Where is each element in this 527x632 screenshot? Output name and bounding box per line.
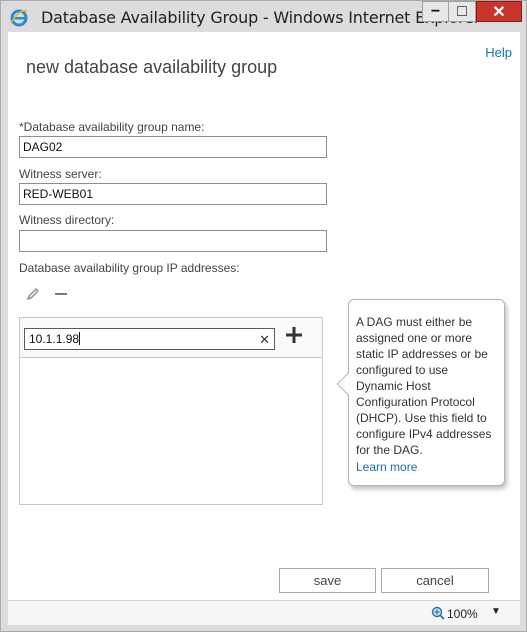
zoom-icon[interactable] xyxy=(431,606,445,620)
status-bar: 100% ▼ xyxy=(8,600,520,625)
callout-text: A DAG must either be assigned one or mor… xyxy=(356,315,492,457)
page-content: Help new database availability group *Da… xyxy=(8,32,520,600)
witness-directory-label: Witness directory: xyxy=(19,213,115,227)
info-callout: A DAG must either be assigned one or mor… xyxy=(336,299,505,486)
close-icon: ✕ xyxy=(492,3,506,21)
clear-icon[interactable]: ✕ xyxy=(259,332,270,348)
browser-window: Database Availability Group - Windows In… xyxy=(0,0,527,632)
page-title: new database availability group xyxy=(26,57,278,77)
plus-icon[interactable] xyxy=(283,324,305,346)
witness-server-input[interactable] xyxy=(19,183,327,205)
pencil-icon[interactable] xyxy=(25,286,41,302)
chevron-down-icon[interactable]: ▼ xyxy=(491,606,501,617)
save-button[interactable]: save xyxy=(279,568,376,593)
ip-entry-row: 10.1.1.98 ✕ xyxy=(20,318,322,358)
ie-icon xyxy=(10,9,28,27)
witness-directory-input[interactable] xyxy=(19,230,327,252)
witness-server-label: Witness server: xyxy=(19,167,102,181)
ip-address-input[interactable]: 10.1.1.98 ✕ xyxy=(24,328,275,350)
minus-icon[interactable] xyxy=(53,286,69,302)
ip-address-list: 10.1.1.98 ✕ xyxy=(19,317,323,505)
minimize-button[interactable]: − xyxy=(422,1,449,22)
zoom-level[interactable]: 100% xyxy=(447,607,478,621)
help-link[interactable]: Help xyxy=(485,45,512,60)
maximize-icon: □ xyxy=(457,2,467,20)
text-caret xyxy=(79,332,81,345)
dag-name-label: *Database availability group name: xyxy=(19,120,205,134)
window-title: Database Availability Group - Windows In… xyxy=(41,8,481,27)
ip-address-value: 10.1.1.98 xyxy=(29,332,80,346)
ip-addresses-label: Database availability group IP addresses… xyxy=(19,261,240,275)
close-button[interactable]: ✕ xyxy=(476,1,522,22)
minimize-icon: − xyxy=(430,2,441,20)
cancel-button[interactable]: cancel xyxy=(381,568,489,593)
learn-more-link[interactable]: Learn more xyxy=(356,460,417,474)
maximize-button[interactable]: □ xyxy=(449,1,476,22)
dag-name-input[interactable] xyxy=(19,136,327,158)
title-bar[interactable]: Database Availability Group - Windows In… xyxy=(1,1,526,32)
